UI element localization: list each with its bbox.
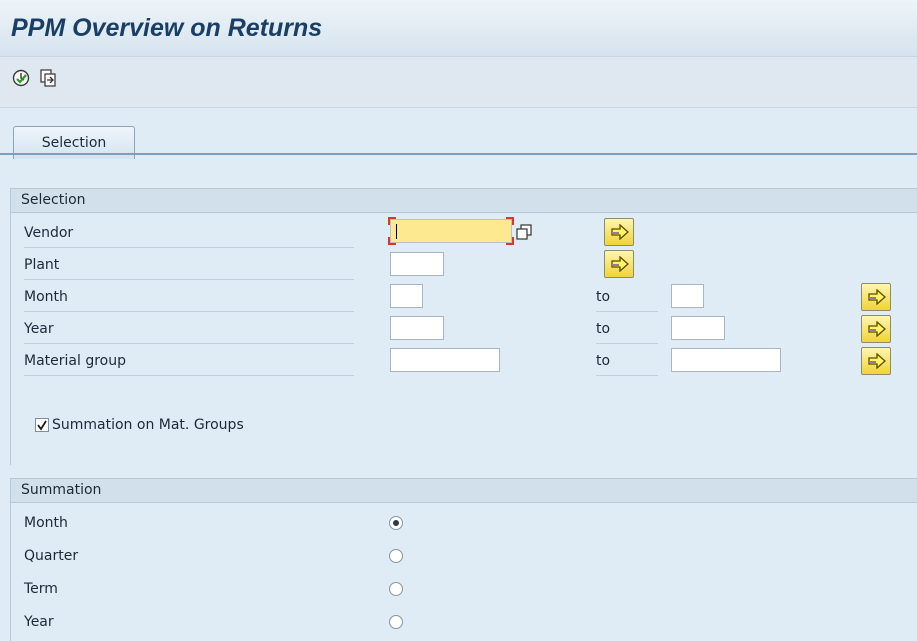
radio-quarter[interactable] <box>389 549 403 563</box>
radio-label-year: Year <box>24 614 54 630</box>
month-to-label: to <box>596 285 658 312</box>
title-bar: PPM Overview on Returns <box>0 0 917 57</box>
month-to-input[interactable] <box>671 284 704 308</box>
year-to-input[interactable] <box>671 316 725 340</box>
month-multiple-selection-button[interactable] <box>861 283 891 311</box>
summation-mat-groups-label: Summation on Mat. Groups <box>52 417 244 433</box>
material-group-to-input[interactable] <box>671 348 781 372</box>
material-group-to-label: to <box>596 349 658 376</box>
vendor-multiple-selection-button[interactable] <box>604 218 634 246</box>
radio-year[interactable] <box>389 615 403 629</box>
text-cursor <box>396 224 397 239</box>
radio-label-quarter: Quarter <box>24 548 79 564</box>
summation-group-header: Summation <box>11 479 917 503</box>
page-title: PPM Overview on Returns <box>11 14 323 42</box>
get-variant-icon[interactable] <box>38 68 58 88</box>
radio-month[interactable] <box>389 516 403 530</box>
material-group-from-input[interactable] <box>390 348 500 372</box>
radio-term[interactable] <box>389 582 403 596</box>
plant-input[interactable] <box>390 252 444 276</box>
focus-corner <box>388 217 396 225</box>
year-multiple-selection-button[interactable] <box>861 315 891 343</box>
plant-label: Plant <box>24 253 354 280</box>
execute-clock-icon[interactable] <box>11 68 31 88</box>
application-toolbar <box>0 57 917 108</box>
vendor-label: Vendor <box>24 221 354 248</box>
tab-strip: Selection <box>0 108 917 159</box>
summation-mat-groups-checkbox[interactable] <box>35 418 49 432</box>
year-from-input[interactable] <box>390 316 444 340</box>
material-group-multiple-selection-button[interactable] <box>861 347 891 375</box>
year-to-label: to <box>596 317 658 344</box>
radio-label-term: Term <box>24 581 58 597</box>
multiple-selection-icon[interactable] <box>516 224 532 244</box>
focus-corner <box>506 237 514 245</box>
plant-multiple-selection-button[interactable] <box>604 250 634 278</box>
summation-group: Summation <box>10 478 917 641</box>
tab-divider <box>0 153 917 155</box>
radio-label-month: Month <box>24 515 68 531</box>
vendor-input[interactable] <box>388 217 514 245</box>
selection-group-header: Selection <box>11 189 917 213</box>
month-label: Month <box>24 285 354 312</box>
year-label: Year <box>24 317 354 344</box>
checkmark-icon <box>37 420 47 431</box>
material-group-label: Material group <box>24 349 354 376</box>
focus-corner <box>388 237 396 245</box>
focus-corner <box>506 217 514 225</box>
month-from-input[interactable] <box>390 284 423 308</box>
